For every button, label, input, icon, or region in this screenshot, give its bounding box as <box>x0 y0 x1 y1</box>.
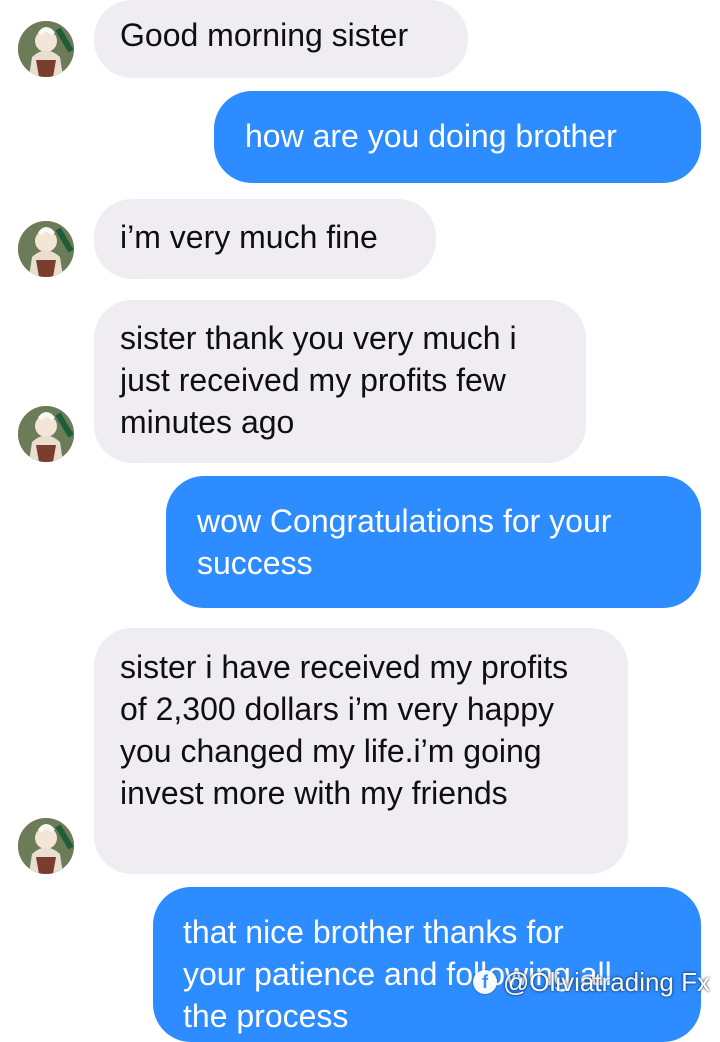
avatar[interactable] <box>18 21 74 77</box>
profile-photo-icon <box>18 221 74 277</box>
profile-photo-icon <box>18 406 74 462</box>
avatar[interactable] <box>18 221 74 277</box>
incoming-message-bubble[interactable]: Good morning sister <box>94 0 468 78</box>
profile-photo-icon <box>18 21 74 77</box>
messenger-chat-screen: { "chat": { "messages": [ { "direction":… <box>0 0 720 1042</box>
outgoing-message-bubble[interactable]: wow Congratulations for your success <box>166 476 701 608</box>
watermark: f @Oliviatrading Fx <box>472 967 710 997</box>
incoming-message-bubble[interactable]: sister i have received my profits of 2,3… <box>94 628 628 874</box>
incoming-message-bubble[interactable]: i’m very much fine <box>94 199 436 279</box>
facebook-icon: f <box>472 970 497 994</box>
avatar[interactable] <box>18 406 74 462</box>
profile-photo-icon <box>18 818 74 874</box>
avatar[interactable] <box>18 818 74 874</box>
outgoing-message-bubble[interactable]: that nice brother thanks for your patien… <box>153 887 701 1042</box>
watermark-text: @Oliviatrading Fx <box>502 967 710 997</box>
outgoing-message-bubble[interactable]: how are you doing brother <box>214 91 701 183</box>
incoming-message-bubble[interactable]: sister thank you very much i just receiv… <box>94 300 586 463</box>
